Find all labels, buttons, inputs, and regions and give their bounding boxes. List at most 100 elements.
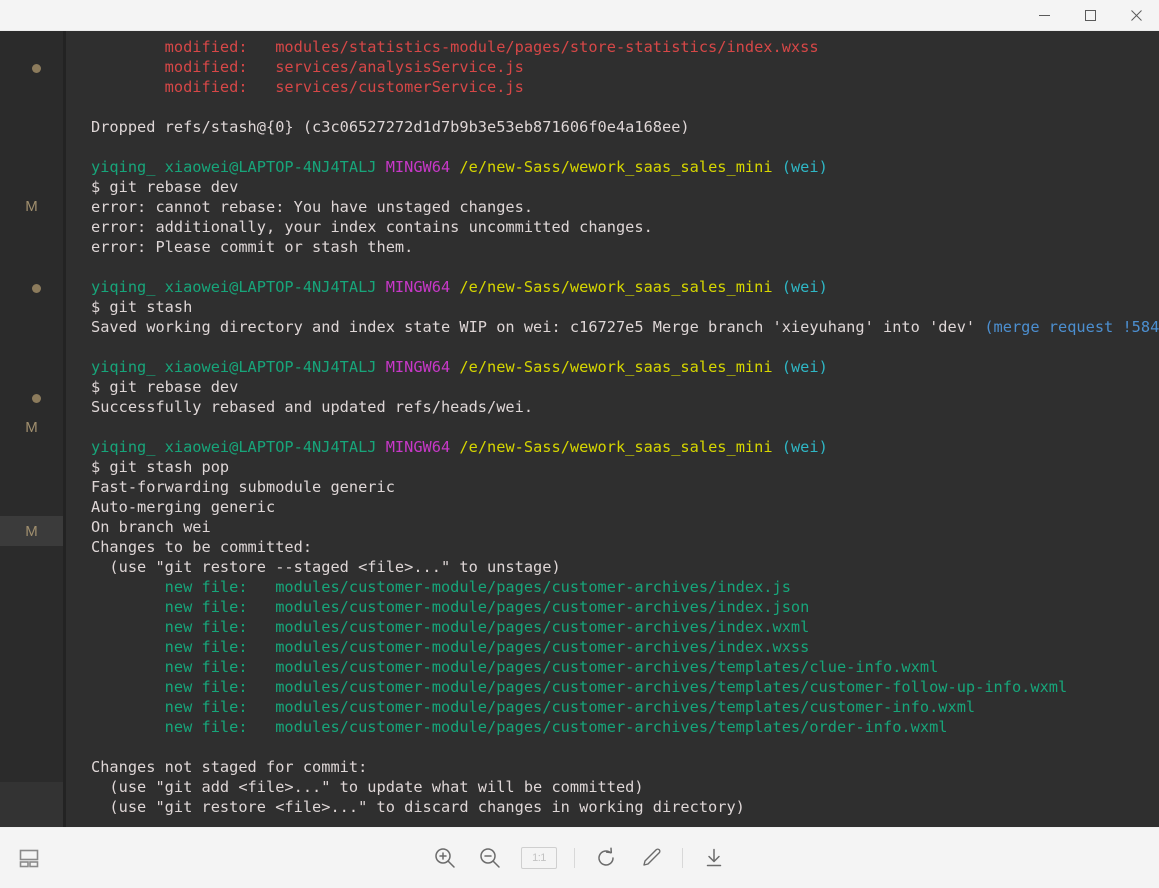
- terminal-text: (use "git restore --staged <file>..." to…: [91, 558, 561, 576]
- gutter-text-marker[interactable]: M: [0, 420, 63, 435]
- layout-panel-icon[interactable]: [14, 845, 44, 871]
- terminal-text: MINGW64: [385, 358, 460, 376]
- terminal-text: new file: modules/customer-module/pages/…: [91, 698, 976, 716]
- terminal-line: (use "git add <file>..." to update what …: [91, 777, 1159, 797]
- terminal-line: new file: modules/customer-module/pages/…: [91, 617, 1159, 637]
- terminal-text: yiqing_ xiaowei@LAPTOP-4NJ4TALJ: [91, 158, 386, 176]
- terminal-text: /e/new-Sass/wework_saas_sales_mini: [459, 438, 782, 456]
- terminal-line: Changes not staged for commit:: [91, 757, 1159, 777]
- terminal-line: error: additionally, your index contains…: [91, 217, 1159, 237]
- image-viewer-window: M M M modified: modules/statistics-module/…: [0, 0, 1159, 888]
- terminal-line: Successfully rebased and updated refs/he…: [91, 397, 1159, 417]
- toolbar-divider: [574, 848, 575, 868]
- terminal-line: modified: services/analysisService.js: [91, 57, 1159, 77]
- terminal-text: modified: modules/statistics-module/page…: [91, 38, 819, 56]
- terminal-line: new file: modules/customer-module/pages/…: [91, 637, 1159, 657]
- terminal-text: new file: modules/customer-module/pages/…: [91, 598, 810, 616]
- terminal-line: yiqing_ xiaowei@LAPTOP-4NJ4TALJ MINGW64 …: [91, 437, 1159, 457]
- terminal-text: /e/new-Sass/wework_saas_sales_mini: [459, 358, 782, 376]
- terminal-line: error: cannot rebase: You have unstaged …: [91, 197, 1159, 217]
- terminal-text: Changes not staged for commit:: [91, 758, 368, 776]
- terminal-text: MINGW64: [385, 158, 460, 176]
- minimize-button[interactable]: [1021, 0, 1067, 30]
- terminal-text: Auto-merging generic: [91, 498, 276, 516]
- toolbar-center-group: 1:1: [431, 844, 728, 872]
- actual-size-button[interactable]: 1:1: [521, 847, 557, 869]
- terminal-line: yiqing_ xiaowei@LAPTOP-4NJ4TALJ MINGW64 …: [91, 357, 1159, 377]
- terminal-line-list: modified: modules/statistics-module/page…: [66, 31, 1159, 817]
- terminal-line: modified: modules/statistics-module/page…: [91, 37, 1159, 57]
- terminal-text: yiqing_ xiaowei@LAPTOP-4NJ4TALJ: [91, 278, 386, 296]
- terminal-text: new file: modules/customer-module/pages/…: [91, 578, 791, 596]
- terminal-text: error: cannot rebase: You have unstaged …: [91, 198, 534, 216]
- terminal-text: Changes to be committed:: [91, 538, 313, 556]
- terminal-line: error: Please commit or stash them.: [91, 237, 1159, 257]
- terminal-text: (wei): [781, 358, 828, 376]
- zoom-out-button[interactable]: [476, 844, 504, 872]
- gutter-dot-marker[interactable]: [32, 394, 41, 403]
- terminal-text: /e/new-Sass/wework_saas_sales_mini: [459, 158, 782, 176]
- annotation-gutter: M M M: [0, 31, 63, 827]
- terminal-text: new file: modules/customer-module/pages/…: [91, 678, 1068, 696]
- terminal-text: On branch wei: [91, 518, 211, 536]
- gutter-dot-marker[interactable]: [32, 284, 41, 293]
- terminal-line: Auto-merging generic: [91, 497, 1159, 517]
- terminal-line: new file: modules/customer-module/pages/…: [91, 577, 1159, 597]
- terminal-line: yiqing_ xiaowei@LAPTOP-4NJ4TALJ MINGW64 …: [91, 157, 1159, 177]
- terminal-text: (wei): [781, 438, 828, 456]
- terminal-text: Saved working directory and index state …: [91, 318, 985, 336]
- terminal-text: new file: modules/customer-module/pages/…: [91, 618, 810, 636]
- close-button[interactable]: [1113, 0, 1159, 30]
- terminal-line: Changes to be committed:: [91, 537, 1159, 557]
- terminal-text: MINGW64: [385, 438, 460, 456]
- terminal-text: /e/new-Sass/wework_saas_sales_mini: [459, 278, 782, 296]
- gutter-text-marker[interactable]: M: [0, 199, 63, 214]
- terminal-text: error: additionally, your index contains…: [91, 218, 653, 236]
- gutter-scrollbar[interactable]: [0, 782, 63, 827]
- terminal-line: Saved working directory and index state …: [91, 317, 1159, 337]
- terminal-text: (use "git restore <file>..." to discard …: [91, 798, 745, 816]
- terminal-text: new file: modules/customer-module/pages/…: [91, 638, 810, 656]
- titlebar-drag-area[interactable]: [0, 0, 1021, 30]
- terminal-line: $ git stash: [91, 297, 1159, 317]
- terminal-text: new file: modules/customer-module/pages/…: [91, 718, 948, 736]
- terminal-text: $ git rebase dev: [91, 178, 239, 196]
- zoom-in-button[interactable]: [431, 844, 459, 872]
- gutter-text-marker[interactable]: M: [0, 524, 63, 539]
- toolbar-divider: [682, 848, 683, 868]
- terminal-text: (merge request !584): [984, 318, 1159, 336]
- terminal-text: (wei): [781, 278, 828, 296]
- terminal-text: yiqing_ xiaowei@LAPTOP-4NJ4TALJ: [91, 358, 386, 376]
- terminal-line: yiqing_ xiaowei@LAPTOP-4NJ4TALJ MINGW64 …: [91, 277, 1159, 297]
- terminal-text: (wei): [781, 158, 828, 176]
- rotate-button[interactable]: [592, 844, 620, 872]
- terminal-text: new file: modules/customer-module/pages/…: [91, 658, 939, 676]
- maximize-button[interactable]: [1067, 0, 1113, 30]
- terminal-line: new file: modules/customer-module/pages/…: [91, 697, 1159, 717]
- terminal-line: (use "git restore --staged <file>..." to…: [91, 557, 1159, 577]
- terminal-line: $ git stash pop: [91, 457, 1159, 477]
- terminal-text: modified: services/analysisService.js: [91, 58, 524, 76]
- terminal-text: Successfully rebased and updated refs/he…: [91, 398, 534, 416]
- download-button[interactable]: [700, 844, 728, 872]
- terminal-line: $ git rebase dev: [91, 377, 1159, 397]
- terminal-text: $ git stash pop: [91, 458, 230, 476]
- terminal-text: Fast-forwarding submodule generic: [91, 478, 395, 496]
- edit-button[interactable]: [637, 844, 665, 872]
- terminal-line: new file: modules/customer-module/pages/…: [91, 597, 1159, 617]
- image-canvas[interactable]: M M M modified: modules/statistics-module/…: [0, 31, 1159, 827]
- viewer-toolbar: 1:1: [0, 827, 1159, 888]
- terminal-line: new file: modules/customer-module/pages/…: [91, 677, 1159, 697]
- window-titlebar: [0, 0, 1159, 31]
- gutter-dot-marker[interactable]: [32, 64, 41, 73]
- terminal-text: modified: services/customerService.js: [91, 78, 524, 96]
- terminal-text: $ git rebase dev: [91, 378, 239, 396]
- terminal-text: (use "git add <file>..." to update what …: [91, 778, 644, 796]
- terminal-text: Dropped refs/stash@{0} (c3c06527272d1d7b…: [91, 118, 690, 136]
